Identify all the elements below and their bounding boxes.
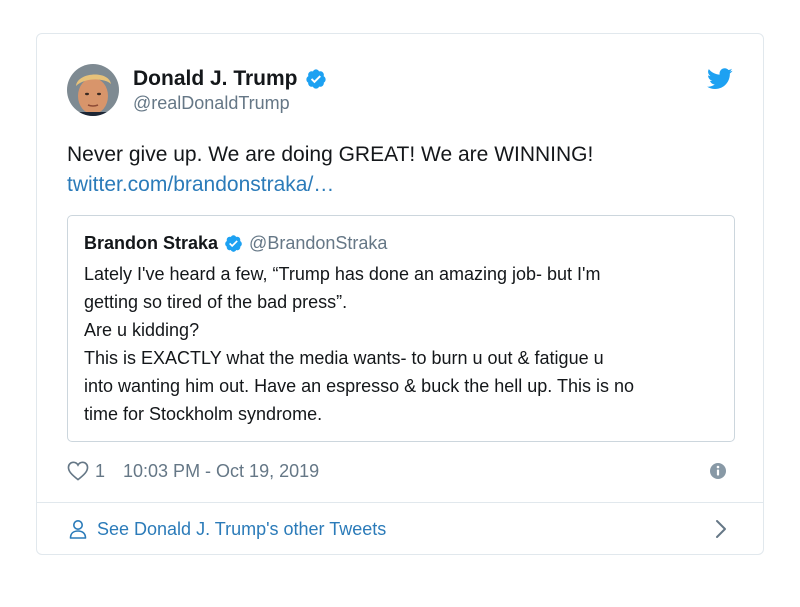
quoted-text-line: This is EXACTLY what the media wants- to… bbox=[84, 348, 604, 368]
author-info: Donald J. Trump @realDonaldTrump bbox=[133, 66, 327, 114]
author-name[interactable]: Donald J. Trump bbox=[133, 67, 298, 91]
embedded-tweet-card: Donald J. Trump @realDonaldTrump Never g… bbox=[36, 33, 764, 555]
quoted-text-line: into wanting him out. Have an espresso &… bbox=[84, 376, 634, 396]
like-count[interactable]: 1 bbox=[95, 461, 105, 482]
see-other-tweets-label: See Donald J. Trump's other Tweets bbox=[97, 518, 387, 539]
quoted-text-line: getting so tired of the bad press”. bbox=[84, 292, 348, 312]
tweet-link[interactable]: twitter.com/brandonstraka/… bbox=[67, 170, 733, 200]
verified-badge-icon bbox=[305, 68, 327, 90]
quoted-author-name: Brandon Straka bbox=[84, 232, 219, 253]
tweet-text: Never give up. We are doing GREAT! We ar… bbox=[67, 143, 594, 166]
chevron-right-icon bbox=[715, 519, 727, 539]
see-other-tweets-link[interactable]: See Donald J. Trump's other Tweets bbox=[37, 503, 763, 555]
quoted-text-line: time for Stockholm syndrome. bbox=[84, 404, 323, 424]
verified-badge-icon bbox=[224, 234, 243, 253]
tweet-body: Never give up. We are doing GREAT! We ar… bbox=[67, 140, 733, 200]
tweet-timestamp[interactable]: 10:03 PM - Oct 19, 2019 bbox=[123, 461, 319, 482]
avatar[interactable] bbox=[67, 64, 119, 116]
info-icon[interactable] bbox=[709, 462, 727, 480]
quoted-text-line: Are u kidding? bbox=[84, 320, 200, 340]
person-icon bbox=[69, 519, 87, 539]
quoted-text-line: Lately I've heard a few, “Trump has done… bbox=[84, 264, 601, 284]
twitter-bird-icon[interactable] bbox=[707, 68, 733, 90]
quoted-author-handle: @BrandonStraka bbox=[249, 232, 388, 253]
quoted-tweet[interactable]: Brandon Straka @BrandonStraka Lately I'v… bbox=[67, 215, 735, 442]
heart-icon[interactable] bbox=[67, 461, 89, 481]
author-handle[interactable]: @realDonaldTrump bbox=[133, 93, 327, 114]
tweet-header: Donald J. Trump @realDonaldTrump bbox=[65, 62, 735, 118]
tweet-meta: 1 10:03 PM - Oct 19, 2019 bbox=[67, 458, 733, 484]
quoted-tweet-header: Brandon Straka @BrandonStraka bbox=[84, 232, 387, 254]
quoted-tweet-text: Lately I've heard a few, “Trump has done… bbox=[84, 260, 722, 428]
